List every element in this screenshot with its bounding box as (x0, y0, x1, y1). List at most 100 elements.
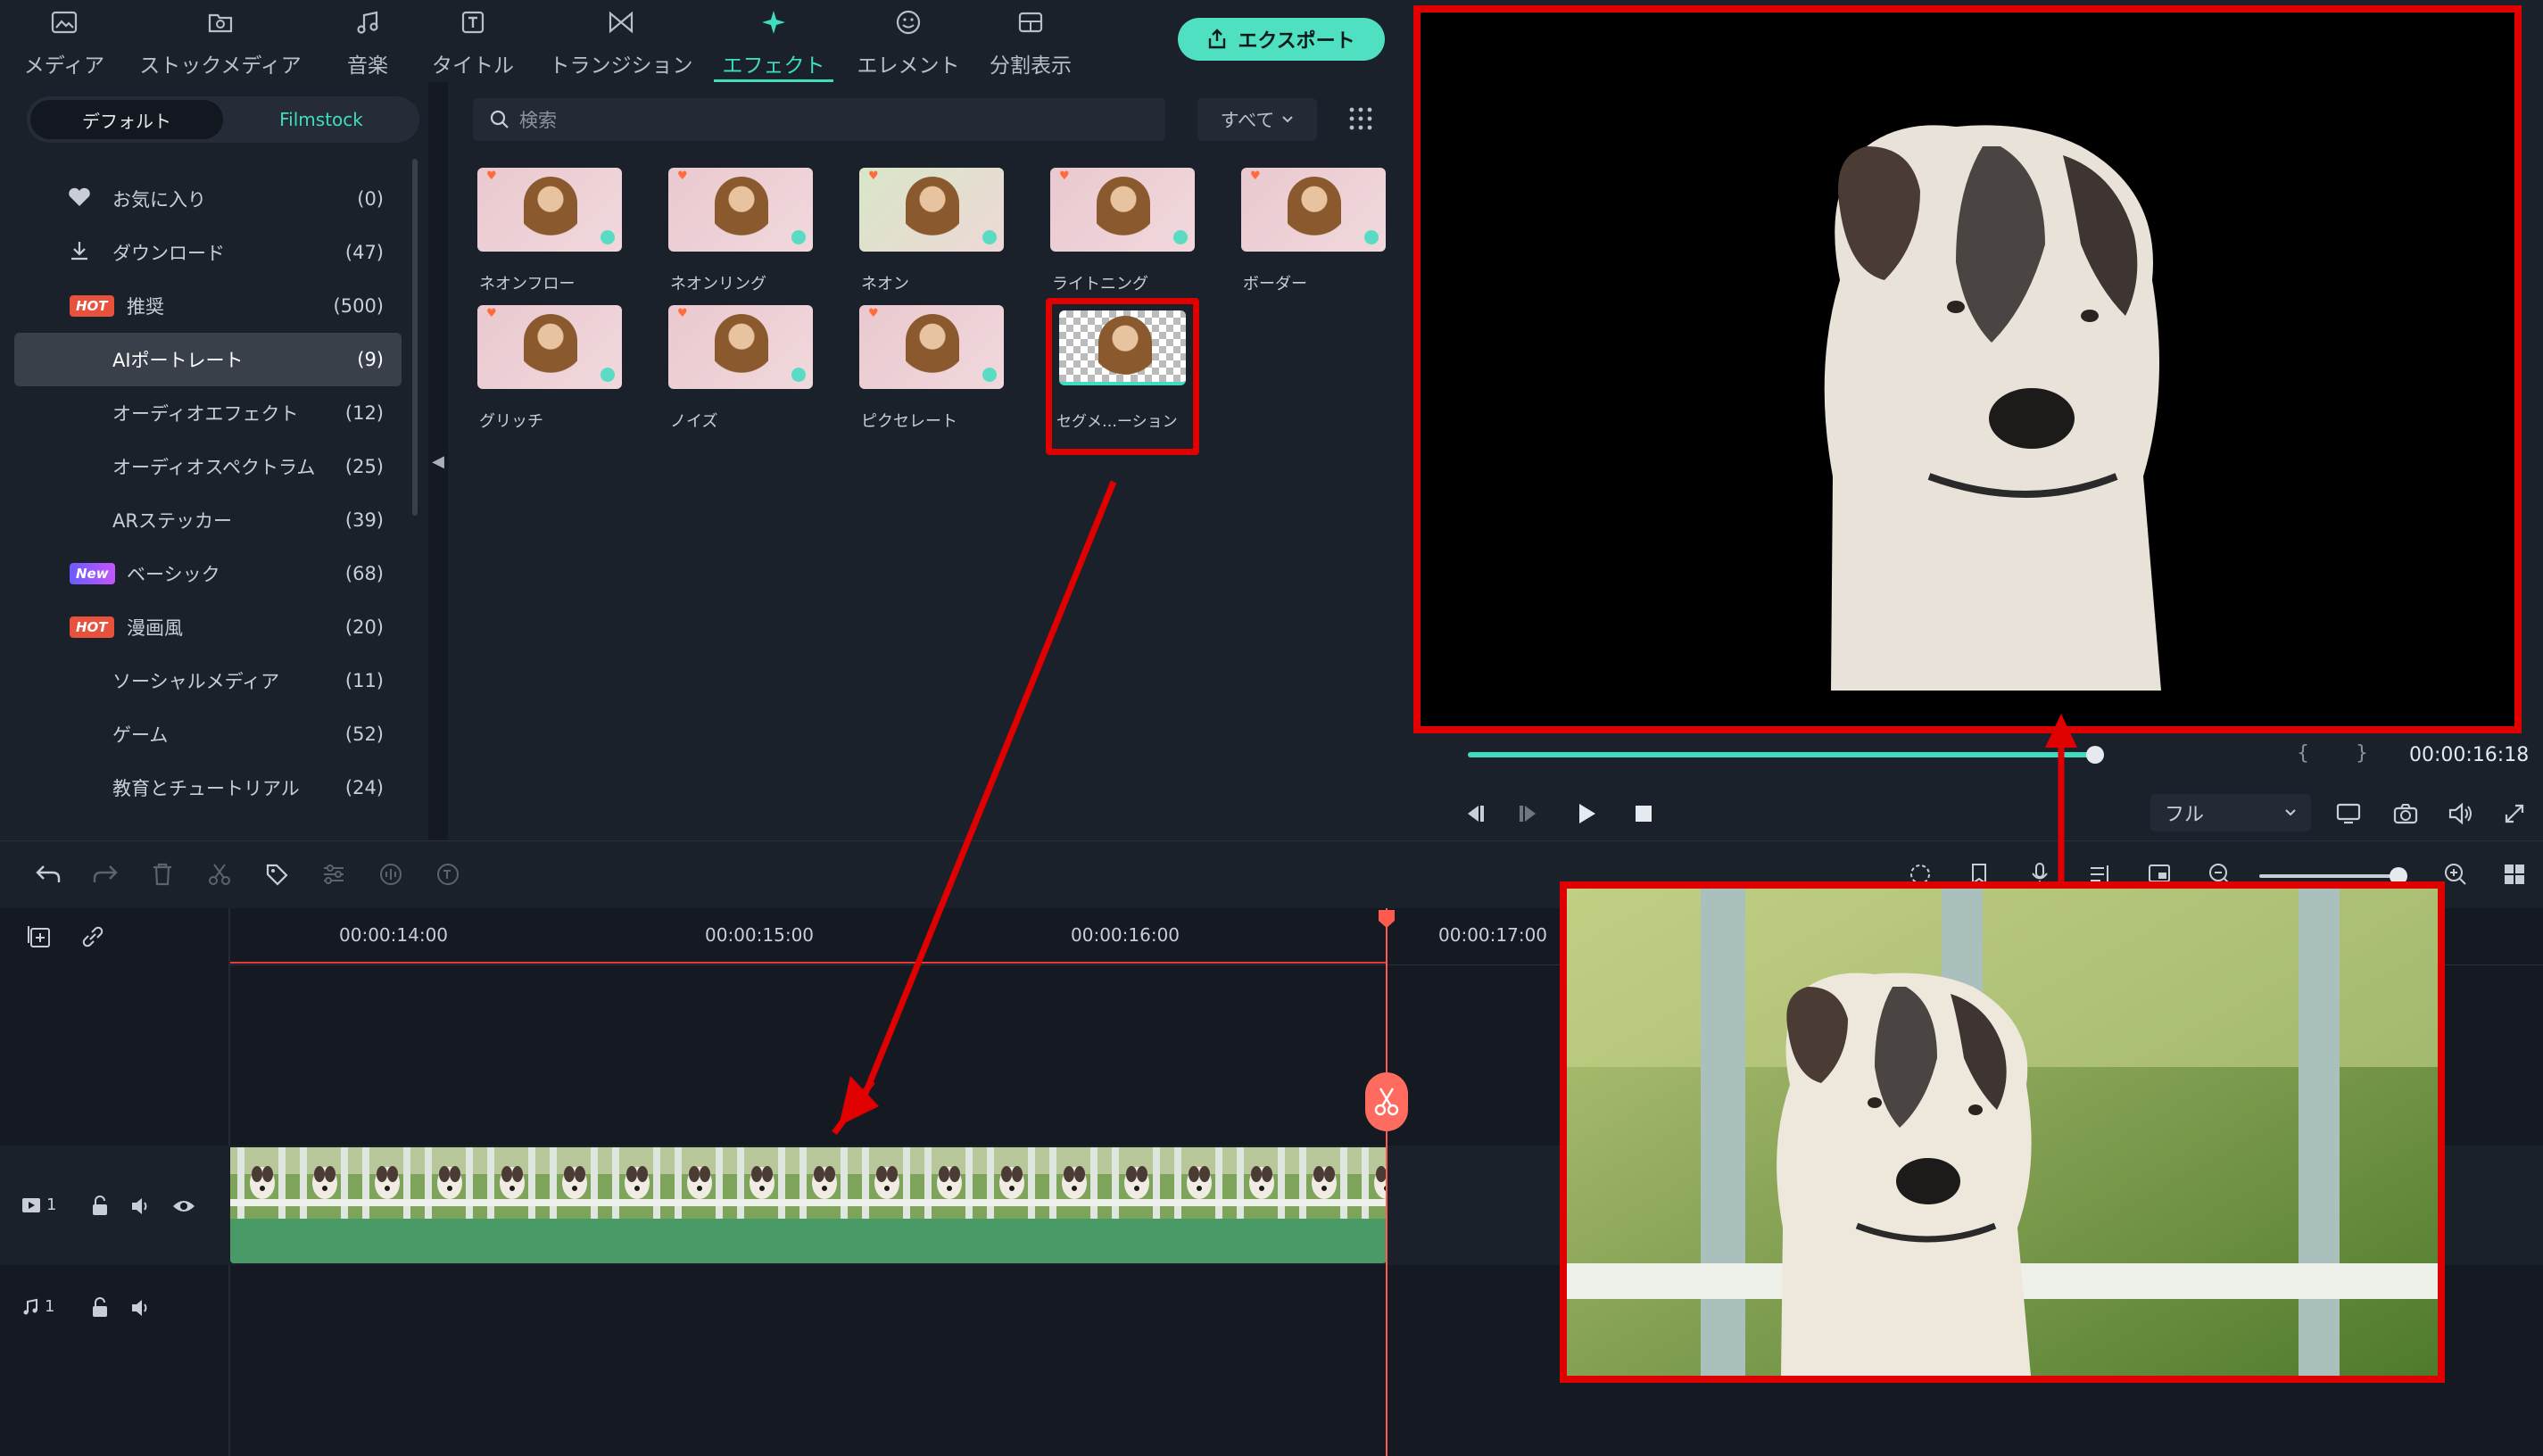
ruler-label: 00:00:14:00 (339, 924, 449, 946)
tab-elements[interactable]: エレメント (849, 0, 967, 82)
arrow-head-down (839, 1076, 879, 1126)
volume-icon[interactable] (2443, 796, 2479, 831)
delete-icon[interactable] (143, 855, 182, 894)
music-note-icon (23, 1298, 37, 1314)
monitor-icon[interactable] (2331, 796, 2366, 831)
playhead-line[interactable] (1386, 908, 1387, 1456)
speaker-icon[interactable] (121, 1288, 161, 1328)
lock-icon[interactable] (80, 1288, 120, 1328)
effect-thumbnail-glitch[interactable]: ♥ (477, 305, 622, 389)
mark-in-icon[interactable]: { (2297, 742, 2309, 765)
effect-thumbnail-neon[interactable]: ♥ (859, 168, 1004, 252)
sidebar-item-ar-stickers[interactable]: ARステッカー (39) (14, 493, 402, 547)
music-icon (352, 7, 383, 37)
tab-stock-media-label: ストックメディア (139, 54, 302, 78)
favorite-icon: ♥ (1059, 170, 1070, 183)
tag-icon[interactable] (257, 855, 296, 894)
effect-thumbnail-lightning[interactable]: ♥ (1050, 168, 1195, 252)
undo-icon[interactable] (29, 855, 68, 894)
tab-split-screen[interactable]: 分割表示 (982, 0, 1080, 82)
video-track-label: 1 (21, 1195, 56, 1214)
cut-icon[interactable] (200, 855, 239, 894)
ruler-label: 00:00:16:00 (1071, 924, 1180, 946)
step-back-icon[interactable] (1456, 796, 1492, 831)
zoom-slider[interactable] (2259, 874, 2402, 878)
tab-title[interactable]: タイトル (421, 0, 525, 82)
effect-thumbnail-pixelate[interactable]: ♥ (859, 305, 1004, 389)
playhead-handle[interactable] (1377, 908, 1396, 930)
preview-progress-bar[interactable] (1468, 752, 2095, 757)
sidebar-item-label: ベーシック (127, 564, 220, 585)
tab-effects[interactable]: エフェクト (714, 0, 833, 82)
sidebar-scrollbar[interactable] (412, 159, 418, 516)
sidebar-item-comic[interactable]: HOT 漫画風 (20) (14, 600, 402, 654)
effect-thumbnail-neon-ring[interactable]: ♥ (668, 168, 813, 252)
preview-viewport (1413, 5, 2522, 733)
tab-stock-media[interactable]: ストックメディア (127, 0, 314, 82)
tab-music-label: 音楽 (347, 54, 388, 78)
sidebar-item-download[interactable]: ダウンロード (47) (14, 226, 402, 279)
snapshot-camera-icon[interactable] (2388, 796, 2423, 831)
effect-thumbnail-border[interactable]: ♥ (1241, 168, 1386, 252)
sidebar-item-social-media[interactable]: ソーシャルメディア (11) (14, 654, 402, 707)
new-badge: New (70, 563, 115, 584)
tab-elements-label: エレメント (857, 54, 960, 78)
layout-icon[interactable] (2495, 855, 2534, 894)
filter-dropdown[interactable]: すべて (1197, 98, 1317, 141)
step-forward-icon[interactable] (1512, 796, 1547, 831)
mark-out-icon[interactable]: } (2356, 742, 2368, 765)
search-placeholder: 検索 (519, 110, 557, 131)
sidebar-item-basic[interactable]: New ベーシック (68) (14, 547, 402, 600)
effect-thumbnail-neon-flow[interactable]: ♥ (477, 168, 622, 252)
segmented-dog-image (1824, 125, 2161, 691)
favorite-icon: ♥ (1250, 170, 1261, 183)
segment-filmstock[interactable]: Filmstock (227, 100, 416, 139)
redo-icon[interactable] (86, 855, 125, 894)
sidebar-item-audio-effects[interactable]: オーディオエフェクト (12) (14, 386, 402, 440)
play-icon[interactable] (1569, 796, 1604, 831)
sidebar-item-audio-spectrum[interactable]: オーディオスペクトラム (25) (14, 440, 402, 493)
link-icon[interactable] (73, 917, 112, 956)
stop-icon[interactable] (1626, 796, 1661, 831)
progress-knob[interactable] (2086, 746, 2104, 764)
effect-thumbnail-noise[interactable]: ♥ (668, 305, 813, 389)
export-button[interactable]: エクスポート (1178, 18, 1385, 61)
portrait-image (1098, 316, 1152, 382)
fullscreen-icon[interactable] (2497, 796, 2532, 831)
sidebar-item-label: AIポートレート (112, 350, 244, 371)
sidebar-item-count: (11) (344, 670, 384, 691)
tab-media[interactable]: メディア (11, 0, 118, 82)
effect-label: ネオンリング (670, 275, 766, 294)
lock-icon[interactable] (80, 1187, 120, 1226)
sidebar-item-ai-portrait[interactable]: AIポートレート (9) (14, 333, 402, 386)
tab-media-label: メディア (23, 54, 105, 78)
search-input[interactable]: 検索 (473, 98, 1165, 141)
audio-wave-icon[interactable] (371, 855, 410, 894)
text-to-speech-icon[interactable] (428, 855, 468, 894)
sidebar-item-count: (68) (344, 563, 384, 584)
stock-media-icon (205, 7, 236, 37)
ruler-label: 00:00:17:00 (1438, 924, 1548, 946)
tab-transition[interactable]: トランジション (541, 0, 701, 82)
collapse-sidebar-icon[interactable]: ◀ (428, 448, 448, 475)
sidebar-item-favorites[interactable]: お気に入り (0) (14, 172, 402, 226)
sidebar-item-game[interactable]: ゲーム (52) (14, 707, 402, 761)
speaker-icon[interactable] (121, 1187, 161, 1226)
grid-view-icon[interactable] (1347, 105, 1378, 136)
sidebar-item-label: 漫画風 (127, 617, 183, 639)
tab-effects-label: エフェクト (722, 54, 825, 78)
eye-icon[interactable] (164, 1187, 203, 1226)
quality-dropdown[interactable]: フル (2150, 794, 2311, 831)
tab-music[interactable]: 音楽 (332, 0, 403, 82)
segment-default[interactable]: デフォルト (30, 100, 223, 139)
export-icon (1209, 29, 1226, 49)
effect-thumbnail-segmentation[interactable] (1059, 310, 1186, 385)
sidebar-item-education[interactable]: 教育とチュートリアル (24) (14, 761, 402, 815)
add-track-icon[interactable] (20, 917, 59, 956)
sidebar-item-label: オーディオスペクトラム (112, 457, 316, 478)
split-scissors-icon[interactable] (1365, 1072, 1408, 1131)
adjust-icon[interactable] (314, 855, 353, 894)
sidebar-item-recommended[interactable]: HOT 推奨 (500) (14, 279, 402, 333)
sidebar-item-count: (9) (357, 349, 384, 370)
video-track-number: 1 (46, 1195, 57, 1214)
